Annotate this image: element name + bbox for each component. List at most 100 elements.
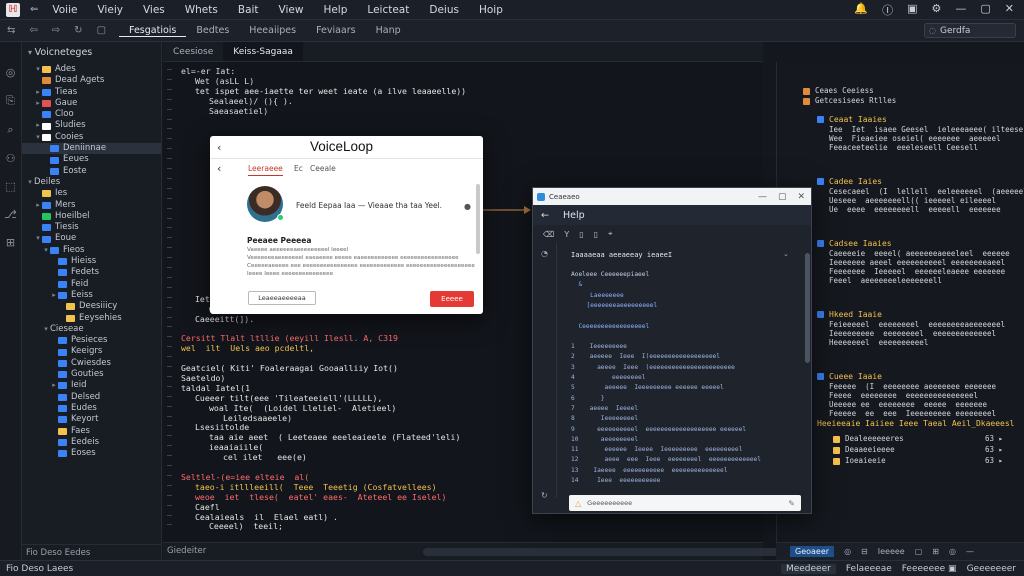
- tree-item[interactable]: ▸ Mers: [22, 200, 161, 211]
- tree-item[interactable]: ▾ Cooies: [22, 132, 161, 143]
- tree-item[interactable]: ▾ Cieseae: [22, 324, 161, 335]
- outline-section-title[interactable]: Ceaat Iaaies: [829, 114, 887, 125]
- status-item[interactable]: Geeeeeeer: [967, 564, 1016, 574]
- tree-item[interactable]: Hoeilbel: [22, 211, 161, 222]
- tree-item[interactable]: ▸ Gaue: [22, 98, 161, 109]
- mic-icon[interactable]: ●: [464, 202, 471, 211]
- forward-icon[interactable]: ⇨: [45, 25, 67, 36]
- menu-item[interactable]: Whets: [175, 4, 228, 16]
- menu-item[interactable]: Hoip: [469, 4, 513, 16]
- collapse-icon[interactable]: ⌄: [783, 250, 789, 258]
- outline-section-title[interactable]: Cadsee Iaaies: [829, 238, 892, 249]
- status-item[interactable]: Meedeeer: [780, 563, 836, 574]
- tree-item[interactable]: Delsed: [22, 392, 161, 403]
- outline-root[interactable]: Getcesisees Rtlles: [815, 96, 896, 106]
- menu-item[interactable]: Vieiy: [87, 4, 132, 16]
- grid-icon[interactable]: ⊞: [6, 236, 15, 249]
- source-control-icon[interactable]: ⎇: [4, 208, 17, 221]
- menu-item[interactable]: Bait: [228, 4, 269, 16]
- edit-icon[interactable]: ✎: [788, 499, 795, 508]
- tree-item[interactable]: Faes: [22, 426, 161, 437]
- tree-item[interactable]: ▸ Eeiss: [22, 290, 161, 301]
- history-icon[interactable]: ◔: [541, 249, 548, 258]
- tree-item[interactable]: Eeues: [22, 154, 161, 165]
- inner-back-icon[interactable]: ‹: [217, 162, 221, 175]
- tree-item[interactable]: ▸ Tieas: [22, 87, 161, 98]
- tree-item[interactable]: Tiesis: [22, 222, 161, 233]
- outline-section-title[interactable]: Hkeed Iaaie: [829, 309, 882, 320]
- delete-icon[interactable]: ⌫: [543, 230, 554, 239]
- tree-item[interactable]: Deesiiicy: [22, 301, 161, 312]
- tree-item[interactable]: Ies: [22, 188, 161, 199]
- tree-item[interactable]: Eoses: [22, 448, 161, 459]
- menu-item[interactable]: Help: [313, 4, 357, 16]
- summary-label[interactable]: Dealeeeeeeres: [845, 434, 904, 444]
- layout-icon[interactable]: ▣: [907, 2, 917, 18]
- toolbar-tab[interactable]: Bedtes: [186, 25, 239, 37]
- summary-label[interactable]: Ioeaieeie: [845, 456, 886, 466]
- outline-section-title[interactable]: Cadee Iaies: [829, 176, 882, 187]
- tree-item[interactable]: Eudes: [22, 403, 161, 414]
- voiceloop-tab-1[interactable]: Leeraeee: [248, 164, 283, 176]
- tree-item[interactable]: ▸ Sludies: [22, 120, 161, 131]
- sync-icon[interactable]: ⇆: [0, 25, 22, 36]
- panel-footer-item[interactable]: ◎: [949, 547, 956, 556]
- tree-item[interactable]: ▾ Deiles: [22, 177, 161, 188]
- popup-scrollbar[interactable]: [476, 184, 480, 254]
- close-icon[interactable]: ✕: [797, 192, 805, 202]
- tree-item[interactable]: Pesieces: [22, 335, 161, 346]
- tree-item[interactable]: Feid: [22, 279, 161, 290]
- tree-item[interactable]: ▾ Ades: [22, 64, 161, 75]
- status-item[interactable]: Felaeeeae: [846, 564, 892, 574]
- tree-item[interactable]: Keeigrs: [22, 346, 161, 357]
- tree-item[interactable]: Cwiesdes: [22, 358, 161, 369]
- menu-item[interactable]: Vies: [133, 4, 175, 16]
- panel-footer-item[interactable]: ◎: [844, 547, 851, 556]
- secondary-button[interactable]: Leaeeaeeeeaa: [248, 291, 316, 305]
- copy-icon[interactable]: ⎘: [6, 94, 15, 108]
- panel-footer-item[interactable]: Ieeeee: [878, 547, 905, 556]
- help-scrollbar[interactable]: [805, 253, 810, 363]
- tree-item[interactable]: Gouties: [22, 369, 161, 380]
- explorer-icon[interactable]: ◎: [6, 66, 16, 79]
- explorer-header[interactable]: ▾ Voicneteges: [22, 42, 161, 64]
- back-icon[interactable]: ⇦: [22, 25, 44, 36]
- tree-item[interactable]: Keyort: [22, 414, 161, 425]
- voiceloop-tab-3[interactable]: Ceeale: [310, 164, 336, 173]
- toolbar-tab[interactable]: Heeaiipes: [239, 25, 306, 37]
- filter-icon[interactable]: Y: [564, 230, 569, 239]
- help-input[interactable]: △ Geeeeeeeeee ✎: [569, 495, 801, 511]
- tree-item[interactable]: Deniinnae: [22, 143, 161, 155]
- tree-item[interactable]: ▾ Eoue: [22, 233, 161, 244]
- toolbar-tab[interactable]: Hanp: [366, 25, 411, 37]
- tree-item[interactable]: Dead Agets: [22, 75, 161, 86]
- menu-item[interactable]: Voiie: [42, 4, 87, 16]
- close-icon[interactable]: ✕: [1005, 2, 1014, 18]
- maximize-icon[interactable]: ▢: [980, 2, 990, 18]
- debug-icon[interactable]: ⚇: [6, 152, 16, 165]
- refresh-icon[interactable]: ↻: [541, 491, 548, 500]
- maximize-icon[interactable]: ▢: [778, 192, 787, 202]
- square-icon[interactable]: ▢: [90, 25, 113, 36]
- tree-item[interactable]: Cloo: [22, 109, 161, 120]
- panel-footer-item[interactable]: ⊞: [932, 547, 939, 556]
- toolbar-tab[interactable]: Feviaars: [306, 25, 366, 37]
- notification-icon[interactable]: 🔔: [854, 2, 868, 18]
- panel-footer-item[interactable]: ▢: [915, 547, 923, 556]
- target-icon[interactable]: ⌖: [608, 229, 613, 239]
- panel-icon[interactable]: ▯: [579, 230, 583, 239]
- toolbar-tab[interactable]: Fesgatiois: [119, 25, 187, 37]
- voiceloop-tab-2[interactable]: Ec: [294, 164, 303, 173]
- menu-item[interactable]: Deius: [419, 4, 469, 16]
- back-arrow-icon[interactable]: ⇐: [26, 4, 42, 15]
- tree-item[interactable]: ▾ Fieos: [22, 245, 161, 256]
- back-icon[interactable]: ‹: [217, 141, 221, 154]
- menu-item[interactable]: View: [269, 4, 314, 16]
- minimize-icon[interactable]: —: [758, 192, 767, 202]
- status-item[interactable]: Feeeeeee ▣: [902, 564, 957, 574]
- primary-button[interactable]: Eeeee: [430, 291, 474, 307]
- toolbar-search[interactable]: ◌ Gerdfa: [924, 23, 1016, 38]
- tree-item[interactable]: Hieiss: [22, 256, 161, 267]
- tree-item[interactable]: Eoste: [22, 166, 161, 177]
- refresh-icon[interactable]: ↻: [67, 25, 89, 36]
